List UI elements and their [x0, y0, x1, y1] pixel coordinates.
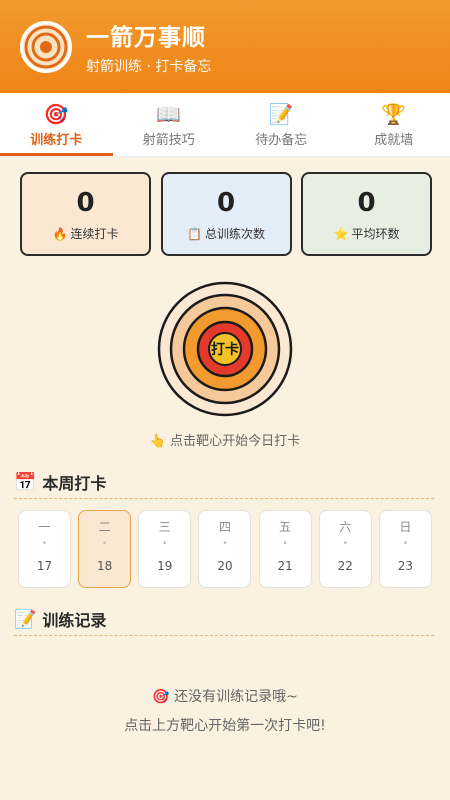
stat-value: 0	[357, 187, 376, 218]
stat-label: 平均环数	[351, 226, 400, 241]
empty-records-message: 🎯 还没有训练记录哦~	[152, 689, 298, 705]
day-cell-sat[interactable]: 六 • 22	[318, 510, 372, 588]
week-calendar: 一 • 17 二 • 18 三 • 19 四 • 20 五 • 21 六 • 2…	[18, 510, 432, 588]
stat-value: 0	[216, 187, 236, 218]
day-date: 19	[157, 559, 173, 573]
fire-icon: 🔥	[52, 226, 68, 241]
tab-label: 待办备忘	[255, 133, 308, 148]
stat-card-total-sessions: 0 📋 总训练次数	[160, 172, 292, 256]
stat-label: 连续打卡	[70, 226, 119, 241]
day-dot: •	[282, 539, 288, 549]
day-date: 21	[277, 559, 293, 573]
tab-todo-memo[interactable]: 📝 待办备忘	[225, 93, 338, 156]
stat-value: 0	[76, 187, 95, 218]
tab-label: 训练打卡	[30, 133, 83, 148]
day-dot: •	[342, 539, 348, 549]
stat-label: 总训练次数	[204, 226, 265, 241]
day-date: 17	[36, 559, 53, 573]
tab-achievements[interactable]: 🏆 成就墙	[338, 93, 450, 156]
day-date: 22	[337, 559, 353, 573]
section-title-text: 训练记录	[42, 611, 107, 630]
day-name: 三	[158, 520, 171, 534]
day-dot: •	[41, 539, 48, 549]
tab-archery-tips[interactable]: 📖 射箭技巧	[113, 93, 226, 156]
day-date: 23	[397, 559, 414, 573]
empty-records-hint: 点击上方靶心开始第一次打卡吧!	[124, 718, 326, 734]
clipboard-icon: 📋	[187, 226, 202, 241]
stat-card-streak: 0 🔥 连续打卡	[20, 172, 151, 256]
target-icon: 🎯	[43, 102, 69, 126]
day-name: 一	[38, 520, 51, 534]
stat-card-average-score: 0 ⭐ 平均环数	[301, 172, 432, 256]
day-dot: •	[162, 539, 168, 549]
week-section-title: 📅 本周打卡	[14, 470, 434, 494]
target-logo-icon	[20, 20, 72, 73]
day-cell-wed[interactable]: 三 • 19	[138, 510, 192, 588]
tab-label: 成就墙	[374, 133, 414, 148]
app-header: 一箭万事顺 射箭训练 · 打卡备忘	[0, 0, 450, 93]
day-dot: •	[402, 539, 409, 549]
stats-row: 0 🔥 连续打卡 0 📋 总训练次数 0 ⭐ 平均环数	[20, 172, 432, 256]
day-date: 20	[217, 559, 233, 573]
tab-training-checkin[interactable]: 🎯 训练打卡	[0, 93, 113, 156]
day-name: 六	[339, 520, 352, 534]
memo-icon: 📝	[14, 608, 37, 630]
day-cell-thu[interactable]: 四 • 20	[198, 510, 252, 588]
records-section-title: 📝 训练记录	[14, 607, 434, 631]
tab-bar: 🎯 训练打卡 📖 射箭技巧 📝 待办备忘 🏆 成就墙	[0, 93, 450, 157]
star-icon: ⭐	[333, 226, 349, 241]
divider	[14, 498, 434, 499]
day-cell-tue[interactable]: 二 • 18	[78, 510, 132, 588]
day-dot: •	[222, 539, 228, 549]
tab-label: 射箭技巧	[142, 133, 195, 148]
day-name: 日	[399, 520, 412, 534]
memo-icon: 📝	[268, 102, 294, 126]
divider	[14, 635, 434, 636]
day-name: 五	[279, 520, 292, 534]
day-name: 四	[218, 520, 231, 534]
trophy-icon: 🏆	[381, 102, 407, 126]
book-icon: 📖	[156, 102, 182, 126]
checkin-target-button[interactable]: 打卡	[157, 281, 293, 417]
calendar-icon: 📅	[14, 471, 37, 493]
day-cell-mon[interactable]: 一 • 17	[18, 510, 71, 588]
day-date: 18	[97, 559, 113, 573]
day-dot: •	[102, 539, 108, 549]
day-name: 二	[98, 520, 111, 534]
checkin-hint: 👆 点击靶心开始今日打卡	[149, 434, 301, 449]
app-subtitle: 射箭训练 · 打卡备忘	[86, 58, 212, 75]
day-cell-sun[interactable]: 日 • 23	[378, 510, 432, 588]
app-title: 一箭万事顺	[86, 24, 206, 51]
day-cell-fri[interactable]: 五 • 21	[258, 510, 312, 588]
section-title-text: 本周打卡	[42, 474, 107, 493]
target-label: 打卡	[211, 342, 239, 358]
